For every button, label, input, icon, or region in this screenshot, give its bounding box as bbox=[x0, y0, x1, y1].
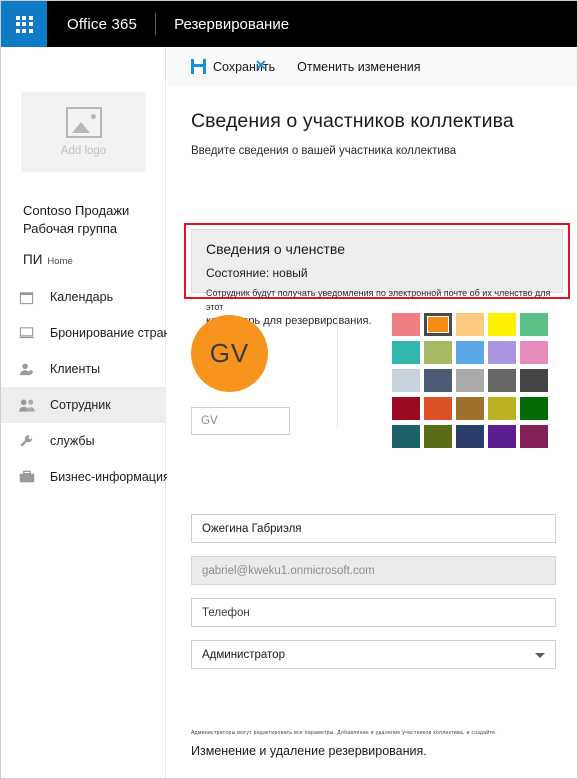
sidebar-item-customers[interactable]: Клиенты bbox=[1, 351, 166, 387]
staff-form: Ожегина Габриэля gabriel@kweku1.onmicros… bbox=[191, 514, 556, 682]
sidebar-item-staff[interactable]: Сотрудник bbox=[1, 387, 166, 423]
membership-note-line-1: Сотрудник будут получать уведомления по … bbox=[206, 288, 551, 312]
chevron-down-icon bbox=[535, 653, 545, 658]
sidebar-item-business-information[interactable]: Бизнес-информация bbox=[1, 459, 170, 495]
organization-name: Contoso Продажи Рабочая группа bbox=[23, 202, 163, 238]
sidebar-item-label: Бизнес-информация bbox=[50, 470, 170, 484]
color-swatch[interactable] bbox=[456, 369, 484, 392]
membership-status: Состояние: новый bbox=[206, 266, 308, 280]
color-swatch[interactable] bbox=[424, 397, 452, 420]
color-swatch[interactable] bbox=[392, 397, 420, 420]
cancel-changes-button[interactable]: Отменить изменения bbox=[297, 60, 420, 74]
nav-list: Календарь Бронирование страницы Клиенты … bbox=[1, 279, 194, 495]
sidebar-item-home[interactable]: ПИ Home bbox=[23, 252, 73, 267]
avatar-zone: GV GV bbox=[191, 315, 290, 435]
sidebar-item-label: службы bbox=[50, 434, 95, 448]
vertical-divider bbox=[337, 313, 338, 428]
color-swatch[interactable] bbox=[488, 397, 516, 420]
color-swatch[interactable] bbox=[392, 313, 420, 336]
waffle-grid bbox=[15, 15, 33, 33]
color-swatch[interactable] bbox=[424, 425, 452, 448]
wrench-icon bbox=[19, 433, 41, 449]
sidebar-item-services[interactable]: службы bbox=[1, 423, 166, 459]
close-icon[interactable]: ✕ bbox=[255, 58, 267, 72]
phone-field[interactable]: Телефон bbox=[191, 598, 556, 627]
color-swatch[interactable] bbox=[488, 313, 516, 336]
command-bar: Сохранить ✕ Отменить изменения bbox=[167, 47, 577, 86]
color-swatch[interactable] bbox=[392, 425, 420, 448]
pane-body: Сведения о участников коллектива Введите… bbox=[167, 110, 577, 758]
office-brand-label[interactable]: Office 365 bbox=[47, 16, 155, 33]
color-swatch[interactable] bbox=[520, 313, 548, 336]
color-swatch[interactable] bbox=[456, 313, 484, 336]
color-swatch[interactable] bbox=[488, 341, 516, 364]
people-icon bbox=[19, 397, 41, 413]
color-swatch[interactable] bbox=[456, 341, 484, 364]
color-swatch[interactable] bbox=[488, 425, 516, 448]
color-swatch[interactable] bbox=[520, 425, 548, 448]
role-select-value: Администратор bbox=[202, 648, 285, 661]
office-suite-bar: Office 365 Резервирование bbox=[1, 1, 577, 47]
color-swatch[interactable] bbox=[520, 341, 548, 364]
app-name-label[interactable]: Резервирование bbox=[156, 16, 289, 33]
color-swatch[interactable] bbox=[456, 397, 484, 420]
color-swatch[interactable] bbox=[424, 341, 452, 364]
details-pane: Сохранить ✕ Отменить изменения Сведения … bbox=[167, 47, 577, 778]
cancel-label: Отменить изменения bbox=[297, 59, 421, 74]
sidebar-item-booking-page[interactable]: Бронирование страницы bbox=[1, 315, 194, 351]
color-swatch[interactable] bbox=[520, 397, 548, 420]
initials-input[interactable]: GV bbox=[191, 407, 290, 435]
color-swatch[interactable] bbox=[520, 369, 548, 392]
add-logo-button[interactable]: Add logo bbox=[21, 92, 146, 172]
name-field[interactable]: Ожегина Габриэля bbox=[191, 514, 556, 543]
color-palette bbox=[392, 313, 548, 448]
image-placeholder-icon bbox=[65, 107, 102, 138]
home-label-en: Home bbox=[47, 256, 73, 267]
color-swatch[interactable] bbox=[424, 369, 452, 392]
left-navigation: Add logo Contoso Продажи Рабочая группа … bbox=[1, 47, 194, 778]
membership-card-title: Сведения о членстве bbox=[206, 241, 345, 257]
app-window: Office 365 Резервирование Add logo Conto… bbox=[0, 0, 578, 779]
org-line-1: Contoso Продажи bbox=[23, 203, 130, 218]
sidebar-item-label: Сотрудник bbox=[50, 398, 111, 412]
app-launcher-icon[interactable] bbox=[1, 1, 47, 47]
page-title: Сведения о участников коллектива bbox=[191, 110, 514, 132]
avatar: GV bbox=[191, 315, 268, 392]
sidebar-item-calendar[interactable]: Календарь bbox=[1, 279, 166, 315]
color-swatch[interactable] bbox=[392, 369, 420, 392]
role-help-text-secondary: Изменение и удаление резервирования. bbox=[191, 744, 427, 758]
role-select[interactable]: Администратор bbox=[191, 640, 556, 669]
color-swatch[interactable] bbox=[392, 341, 420, 364]
color-swatch[interactable] bbox=[488, 369, 516, 392]
color-swatch[interactable] bbox=[456, 425, 484, 448]
save-icon bbox=[191, 59, 206, 74]
sidebar-item-label: Календарь bbox=[50, 290, 114, 304]
org-line-2: Рабочая группа bbox=[23, 221, 118, 236]
membership-info-card: Сведения о членстве Состояние: новый Сот… bbox=[191, 229, 563, 327]
briefcase-icon bbox=[19, 469, 41, 485]
color-swatch-selected[interactable] bbox=[424, 313, 452, 336]
add-logo-label: Add logo bbox=[60, 145, 107, 157]
email-field[interactable]: gabriel@kweku1.onmicrosoft.com bbox=[191, 556, 556, 585]
monitor-icon bbox=[19, 325, 41, 341]
home-label-ru: ПИ bbox=[23, 252, 43, 267]
role-help-text: Администраторы могут редактировать все п… bbox=[191, 730, 497, 736]
page-subtitle: Введите сведения о вашей участника колле… bbox=[191, 145, 457, 157]
calendar-icon bbox=[19, 289, 41, 305]
sidebar-item-label: Клиенты bbox=[50, 362, 101, 376]
person-icon bbox=[19, 361, 41, 377]
